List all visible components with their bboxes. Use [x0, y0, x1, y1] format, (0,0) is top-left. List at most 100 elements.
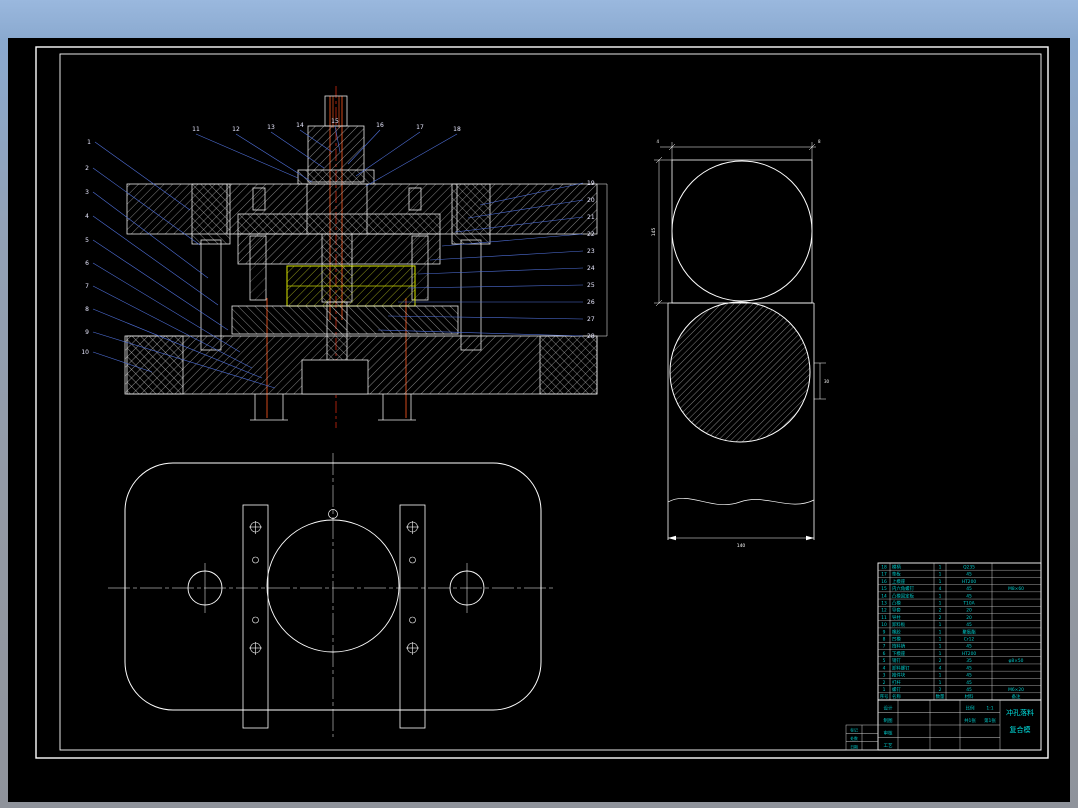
page-number: 第1张 — [984, 717, 996, 724]
table-cell: 1 — [939, 673, 942, 679]
table-cell: 2 — [939, 658, 942, 664]
table-cell: 2 — [939, 608, 942, 614]
shank-flange — [297, 169, 375, 185]
table-cell: 15 — [881, 586, 887, 592]
cad-viewport[interactable]: 1 2 3 4 5 6 7 8 9 10 11 12 13 14 15 16 17 18 19 20 21 22 23 24 2… — [0, 0, 1078, 808]
table-cell: 35 — [966, 658, 972, 664]
table-cell: 卸料板 — [892, 621, 906, 628]
balloon-number: 23 — [587, 248, 595, 255]
die-plate — [231, 305, 459, 335]
sheet-count: 共1张 — [964, 717, 976, 724]
table-cell: 12 — [881, 608, 887, 614]
balloon-number: 19 — [587, 180, 595, 187]
balloon-number: 21 — [587, 214, 595, 221]
screw-left — [252, 187, 266, 211]
balloon-number: 16 — [376, 122, 384, 129]
table-cell: Q235 — [963, 564, 975, 570]
table-cell: 17 — [881, 572, 887, 578]
screw-right — [408, 187, 422, 211]
table-cell: 1 — [939, 651, 942, 657]
drawing-title-line1: 冲孔落料 — [1006, 708, 1034, 717]
table-cell: 卸料螺钉 — [892, 664, 910, 671]
table-cell: 4 — [939, 586, 942, 592]
table-cell: 6 — [883, 651, 886, 657]
balloon-number: 28 — [587, 333, 595, 340]
guide-bushing-left — [191, 183, 231, 245]
table-cell: 2 — [939, 687, 942, 693]
table-cell: 7 — [883, 644, 886, 650]
table-cell: 材料 — [965, 693, 974, 700]
table-cell: 名称 — [892, 693, 901, 700]
table-cell: 20 — [966, 608, 972, 614]
title-block-label: 制图 — [884, 717, 893, 724]
table-cell: 3 — [883, 673, 886, 679]
table-cell: 模柄 — [892, 563, 901, 570]
table-cell: 45 — [966, 622, 972, 628]
table-cell: 11 — [881, 615, 887, 621]
table-cell: 2 — [939, 615, 942, 621]
table-cell: 内六角螺钉 — [892, 585, 915, 592]
table-cell: 4 — [883, 665, 886, 671]
table-cell: 45 — [966, 586, 972, 592]
table-cell: 5 — [883, 658, 886, 664]
balloon-number: 22 — [587, 231, 595, 238]
table-cell: φ8×50 — [1009, 658, 1024, 664]
table-cell: 8 — [883, 637, 886, 643]
table-cell: 1 — [939, 644, 942, 650]
table-cell: 1 — [939, 629, 942, 635]
table-cell: 45 — [966, 673, 972, 679]
table-cell: 18 — [881, 564, 887, 570]
table-cell: 1 — [939, 600, 942, 606]
table-cell: 推件块 — [892, 672, 906, 679]
table-cell: 备注 — [1012, 693, 1021, 700]
table-cell: 16 — [881, 579, 887, 585]
table-cell: 1 — [939, 572, 942, 578]
table-cell: 序号 — [880, 693, 889, 700]
table-cell: 凸模 — [892, 599, 901, 606]
balloon-number: 2 — [85, 165, 89, 172]
balloon-number: 15 — [331, 118, 339, 125]
table-cell: 聚氨酯 — [962, 628, 976, 635]
table-cell: 凸模固定板 — [892, 592, 915, 599]
balloon-number: 27 — [587, 316, 595, 323]
table-cell: 垫板 — [892, 571, 901, 578]
lower-shoe-right-foot — [539, 335, 598, 395]
detail-circle-hatched — [669, 301, 811, 443]
balloon-number: 6 — [85, 260, 89, 267]
revision-label: 处数 — [850, 736, 858, 741]
table-cell: 2 — [883, 680, 886, 686]
drawing-sheet[interactable] — [8, 38, 1070, 802]
balloon-number: 17 — [416, 124, 424, 131]
table-cell: M6×20 — [1008, 687, 1024, 693]
balloon-number: 12 — [232, 126, 240, 133]
table-cell: Cr12 — [964, 637, 975, 643]
title-block-label: 设计 — [884, 705, 893, 712]
dim-label-left: 145 — [651, 228, 657, 237]
table-cell: 挡料销 — [892, 643, 906, 650]
drawing-title-line2: 复合模 — [1010, 725, 1031, 734]
title-block-label: 审核 — [884, 730, 893, 737]
balloon-number: 11 — [192, 126, 200, 133]
backing-plate — [237, 213, 441, 235]
table-cell: 1 — [883, 687, 886, 693]
revision-label: 标记 — [850, 728, 858, 733]
shoe-cavity — [301, 359, 369, 395]
balloon-number: 5 — [85, 237, 89, 244]
balloon-number: 3 — [85, 189, 89, 196]
table-cell: 20 — [966, 615, 972, 621]
table-cell: 数量 — [936, 693, 945, 700]
table-cell: 45 — [966, 687, 972, 693]
rubber-left — [249, 235, 267, 301]
guide-bushing-right — [451, 183, 491, 245]
dim-label-bottom: 140 — [737, 543, 746, 549]
balloon-number: 25 — [587, 282, 595, 289]
table-cell: 上模座 — [892, 578, 906, 585]
table-cell: 1 — [939, 579, 942, 585]
dim-label-right: 30 — [824, 379, 830, 384]
table-cell: HT200 — [962, 651, 977, 657]
table-cell: 销钉 — [892, 657, 901, 664]
table-cell: 导套 — [892, 607, 901, 614]
table-cell: 1 — [939, 622, 942, 628]
balloon-number: 9 — [85, 329, 89, 336]
table-cell: 4 — [939, 665, 942, 671]
